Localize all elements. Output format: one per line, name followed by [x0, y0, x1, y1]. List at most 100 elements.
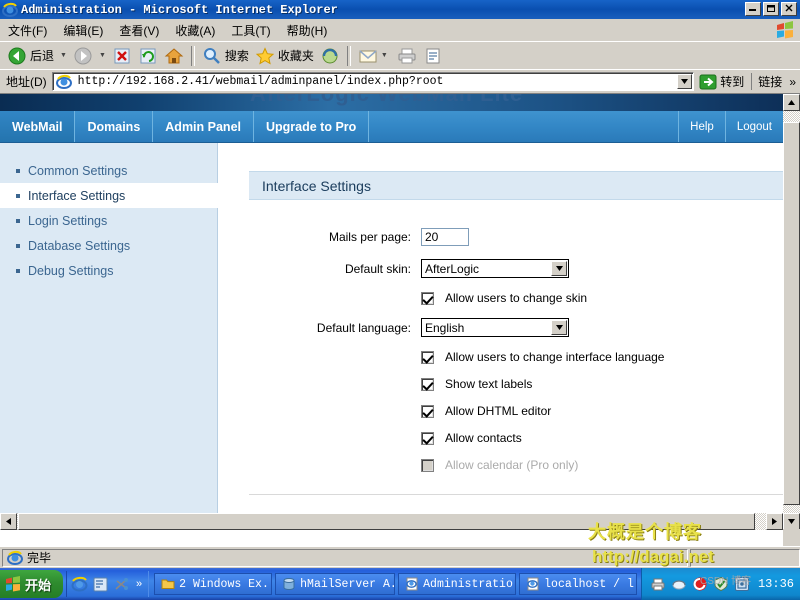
- sidebar-label-interface-settings: Interface Settings: [28, 189, 125, 203]
- history-button[interactable]: [317, 45, 343, 67]
- back-button[interactable]: 后退: [4, 45, 57, 67]
- select-default-skin[interactable]: AfterLogic: [421, 259, 569, 278]
- windows-flag-icon: [774, 20, 796, 40]
- browser-viewport: AfterLogic WebMail Lite WebMail Domains …: [0, 93, 800, 546]
- stop-button[interactable]: [109, 45, 135, 67]
- sidebar-item-interface-settings[interactable]: Interface Settings: [0, 183, 235, 208]
- nav-logout-link[interactable]: Logout: [726, 111, 783, 142]
- chevron-down-icon[interactable]: [551, 320, 567, 335]
- page-hscrollbar[interactable]: [0, 513, 783, 530]
- checkbox-allow-dhtml-editor[interactable]: [421, 405, 434, 418]
- select-default-language-value: English: [425, 321, 464, 335]
- sidebar-item-database-settings[interactable]: Database Settings: [0, 233, 217, 258]
- restore-button[interactable]: [763, 2, 779, 16]
- tray-vm-icon[interactable]: [734, 576, 750, 592]
- tray-antivirus-icon[interactable]: [692, 576, 708, 592]
- start-button[interactable]: 开始: [0, 570, 63, 598]
- page-vscrollbar[interactable]: [783, 94, 800, 530]
- tray-network-icon[interactable]: [671, 576, 687, 592]
- search-button[interactable]: 搜索: [199, 45, 252, 67]
- sidebar-item-common-settings[interactable]: Common Settings: [0, 158, 217, 183]
- quicklaunch-chevron-icon[interactable]: »: [134, 578, 144, 590]
- vscroll-up-button[interactable]: [783, 94, 800, 111]
- menu-favorites[interactable]: 收藏(A): [167, 20, 223, 41]
- taskbar-item-localhost[interactable]: localhost / l...: [519, 573, 637, 595]
- edit-button[interactable]: [420, 45, 446, 67]
- search-icon: [202, 46, 222, 66]
- status-text: 完毕: [27, 549, 51, 566]
- vscroll-thumb[interactable]: [783, 122, 800, 505]
- nav-tab-webmail[interactable]: WebMail: [0, 111, 75, 142]
- back-dropdown-icon[interactable]: ▼: [60, 52, 67, 59]
- label-default-skin: Default skin:: [249, 262, 421, 276]
- minimize-button[interactable]: [745, 2, 761, 16]
- quicklaunch-media-icon[interactable]: [113, 576, 130, 593]
- menu-edit[interactable]: 编辑(E): [55, 20, 111, 41]
- settings-main-column: Interface Settings Mails per page: 20 De…: [219, 143, 783, 530]
- mail-icon: [358, 46, 378, 66]
- bullet-icon: [16, 269, 20, 273]
- vscroll-down-button[interactable]: [783, 513, 800, 530]
- links-chevron-icon[interactable]: »: [785, 75, 800, 89]
- windows-logo-icon: [4, 575, 22, 593]
- tray-shield-icon[interactable]: [713, 576, 729, 592]
- menu-help[interactable]: 帮助(H): [279, 20, 336, 41]
- forward-dropdown-icon[interactable]: ▼: [99, 52, 106, 59]
- field-row-default-language: Default language: English: [249, 318, 783, 337]
- nav-help-link[interactable]: Help: [679, 111, 726, 142]
- address-dropdown-icon[interactable]: [677, 74, 692, 89]
- sidebar-label-common-settings: Common Settings: [28, 164, 127, 178]
- taskbar-item-hmailserver[interactable]: hMailServer A...: [275, 573, 395, 595]
- menu-view[interactable]: 查看(V): [111, 20, 167, 41]
- settings-sidebar: Common Settings Interface Settings Login…: [0, 143, 218, 530]
- star-icon: [255, 46, 275, 66]
- hscroll-left-button[interactable]: [0, 513, 17, 530]
- taskbar-item-administration[interactable]: Administratio...: [398, 573, 516, 595]
- stop-icon: [112, 46, 132, 66]
- address-input[interactable]: http://192.168.2.41/webmail/adminpanel/i…: [52, 72, 695, 91]
- mail-dropdown-icon[interactable]: ▼: [381, 52, 388, 59]
- menu-tools[interactable]: 工具(T): [223, 20, 278, 41]
- interface-settings-form: Mails per page: 20 Default skin: AfterLo…: [249, 200, 783, 495]
- select-default-language[interactable]: English: [421, 318, 569, 337]
- status-ie-icon: [7, 550, 23, 566]
- input-mails-per-page[interactable]: 20: [421, 228, 469, 246]
- quicklaunch-show-desktop-icon[interactable]: [92, 576, 109, 593]
- go-label: 转到: [720, 73, 744, 90]
- checkbox-label-allow-change-language: Allow users to change interface language: [445, 350, 664, 364]
- ie-page-icon: [405, 577, 419, 591]
- status-zone-cell: [690, 549, 800, 567]
- sidebar-item-login-settings[interactable]: Login Settings: [0, 208, 217, 233]
- label-default-language: Default language:: [249, 321, 421, 335]
- checkbox-show-text-labels[interactable]: [421, 378, 434, 391]
- hscroll-right-button[interactable]: [766, 513, 783, 530]
- taskbar-item-windows-explorer[interactable]: 2 Windows Ex... ▼: [154, 573, 272, 595]
- refresh-button[interactable]: [135, 45, 161, 67]
- taskbar-clock[interactable]: 13:36: [758, 577, 794, 591]
- go-button[interactable]: 转到: [694, 72, 748, 92]
- links-label[interactable]: 链接: [751, 73, 782, 90]
- windows-taskbar: 开始: [0, 568, 800, 600]
- quicklaunch-ie-icon[interactable]: [71, 576, 88, 593]
- sidebar-item-debug-settings[interactable]: Debug Settings: [0, 258, 217, 283]
- print-button[interactable]: [394, 45, 420, 67]
- checkbox-allow-change-skin[interactable]: [421, 292, 434, 305]
- close-button[interactable]: [781, 2, 797, 16]
- nav-tab-admin-panel[interactable]: Admin Panel: [153, 111, 254, 142]
- forward-button[interactable]: [70, 45, 96, 67]
- home-button[interactable]: [161, 45, 187, 67]
- chevron-down-icon[interactable]: [551, 261, 567, 276]
- tray-printer-icon[interactable]: [650, 576, 666, 592]
- checkbox-allow-change-language[interactable]: [421, 351, 434, 364]
- favorites-button[interactable]: 收藏夹: [252, 45, 317, 67]
- nav-tab-domains[interactable]: Domains: [75, 111, 153, 142]
- hscroll-thumb[interactable]: [18, 513, 755, 530]
- menu-file[interactable]: 文件(F): [0, 20, 55, 41]
- window-controls: [745, 2, 797, 16]
- nav-tab-upgrade-to-pro[interactable]: Upgrade to Pro: [254, 111, 369, 142]
- checkbox-allow-contacts[interactable]: [421, 432, 434, 445]
- status-message-cell: 完毕: [2, 549, 688, 567]
- mail-button[interactable]: ▼: [355, 45, 394, 67]
- bullet-icon: [16, 219, 20, 223]
- sidebar-label-debug-settings: Debug Settings: [28, 264, 113, 278]
